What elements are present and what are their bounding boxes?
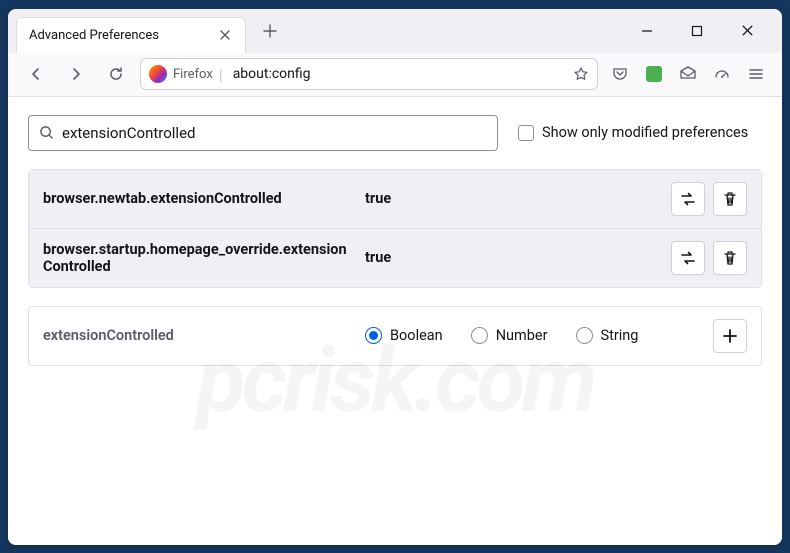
pocket-icon[interactable] [606, 60, 634, 88]
radio-label: String [601, 327, 639, 344]
radio-icon [576, 327, 593, 344]
radio-boolean[interactable]: Boolean [365, 327, 443, 344]
search-row: Show only modified preferences [28, 115, 762, 151]
url-bar[interactable]: Firefox | about:config [140, 58, 598, 90]
search-input[interactable] [62, 124, 487, 142]
pref-actions [671, 182, 747, 216]
back-button[interactable] [20, 58, 52, 90]
pref-name: browser.startup.homepage_override.extens… [43, 241, 353, 275]
firefox-icon [149, 65, 167, 83]
minimize-button[interactable] [632, 16, 662, 46]
toolbar-icons [606, 60, 770, 88]
extension-icon[interactable] [640, 60, 668, 88]
maximize-button[interactable] [682, 16, 712, 46]
checkbox-icon [518, 125, 534, 141]
pref-actions [713, 319, 747, 353]
identity-label: Firefox [173, 67, 213, 82]
titlebar: Advanced Preferences [8, 9, 782, 53]
search-box[interactable] [28, 115, 498, 151]
pref-value: true [365, 249, 659, 266]
toggle-button[interactable] [671, 241, 705, 275]
new-tab-button[interactable] [254, 15, 286, 47]
bookmark-star-icon[interactable] [573, 66, 589, 82]
radio-label: Boolean [390, 327, 443, 344]
content-area: Show only modified preferences browser.n… [8, 97, 782, 545]
type-radios: Boolean Number String [365, 327, 701, 344]
toolbar: Firefox | about:config [8, 53, 782, 97]
browser-window: Advanced Preferences [8, 9, 782, 545]
radio-number[interactable]: Number [471, 327, 548, 344]
dashboard-icon[interactable] [708, 60, 736, 88]
new-pref-name: extensionControlled [43, 327, 353, 344]
modified-only-checkbox[interactable]: Show only modified preferences [518, 124, 748, 141]
inbox-icon[interactable] [674, 60, 702, 88]
pref-actions [671, 241, 747, 275]
window-controls [632, 16, 774, 46]
menu-icon[interactable] [742, 60, 770, 88]
pref-value: true [365, 190, 659, 207]
forward-button[interactable] [60, 58, 92, 90]
reload-button[interactable] [100, 58, 132, 90]
browser-tab[interactable]: Advanced Preferences [16, 17, 246, 53]
close-window-button[interactable] [732, 16, 762, 46]
radio-icon [471, 327, 488, 344]
delete-button[interactable] [713, 182, 747, 216]
add-button[interactable] [713, 319, 747, 353]
pref-row[interactable]: browser.newtab.extensionControlled true [29, 170, 761, 228]
toggle-button[interactable] [671, 182, 705, 216]
checkbox-label: Show only modified preferences [542, 124, 748, 141]
tab-title: Advanced Preferences [29, 28, 217, 43]
pref-row[interactable]: browser.startup.homepage_override.extens… [29, 228, 761, 287]
delete-button[interactable] [713, 241, 747, 275]
radio-string[interactable]: String [576, 327, 639, 344]
search-icon [39, 125, 54, 140]
close-tab-icon[interactable] [217, 27, 233, 43]
url-text: about:config [233, 66, 567, 82]
new-pref-row: extensionControlled Boolean Number Strin… [28, 306, 762, 366]
radio-label: Number [496, 327, 548, 344]
pref-name: browser.newtab.extensionControlled [43, 190, 353, 207]
radio-icon [365, 327, 382, 344]
prefs-list: browser.newtab.extensionControlled true … [28, 169, 762, 288]
